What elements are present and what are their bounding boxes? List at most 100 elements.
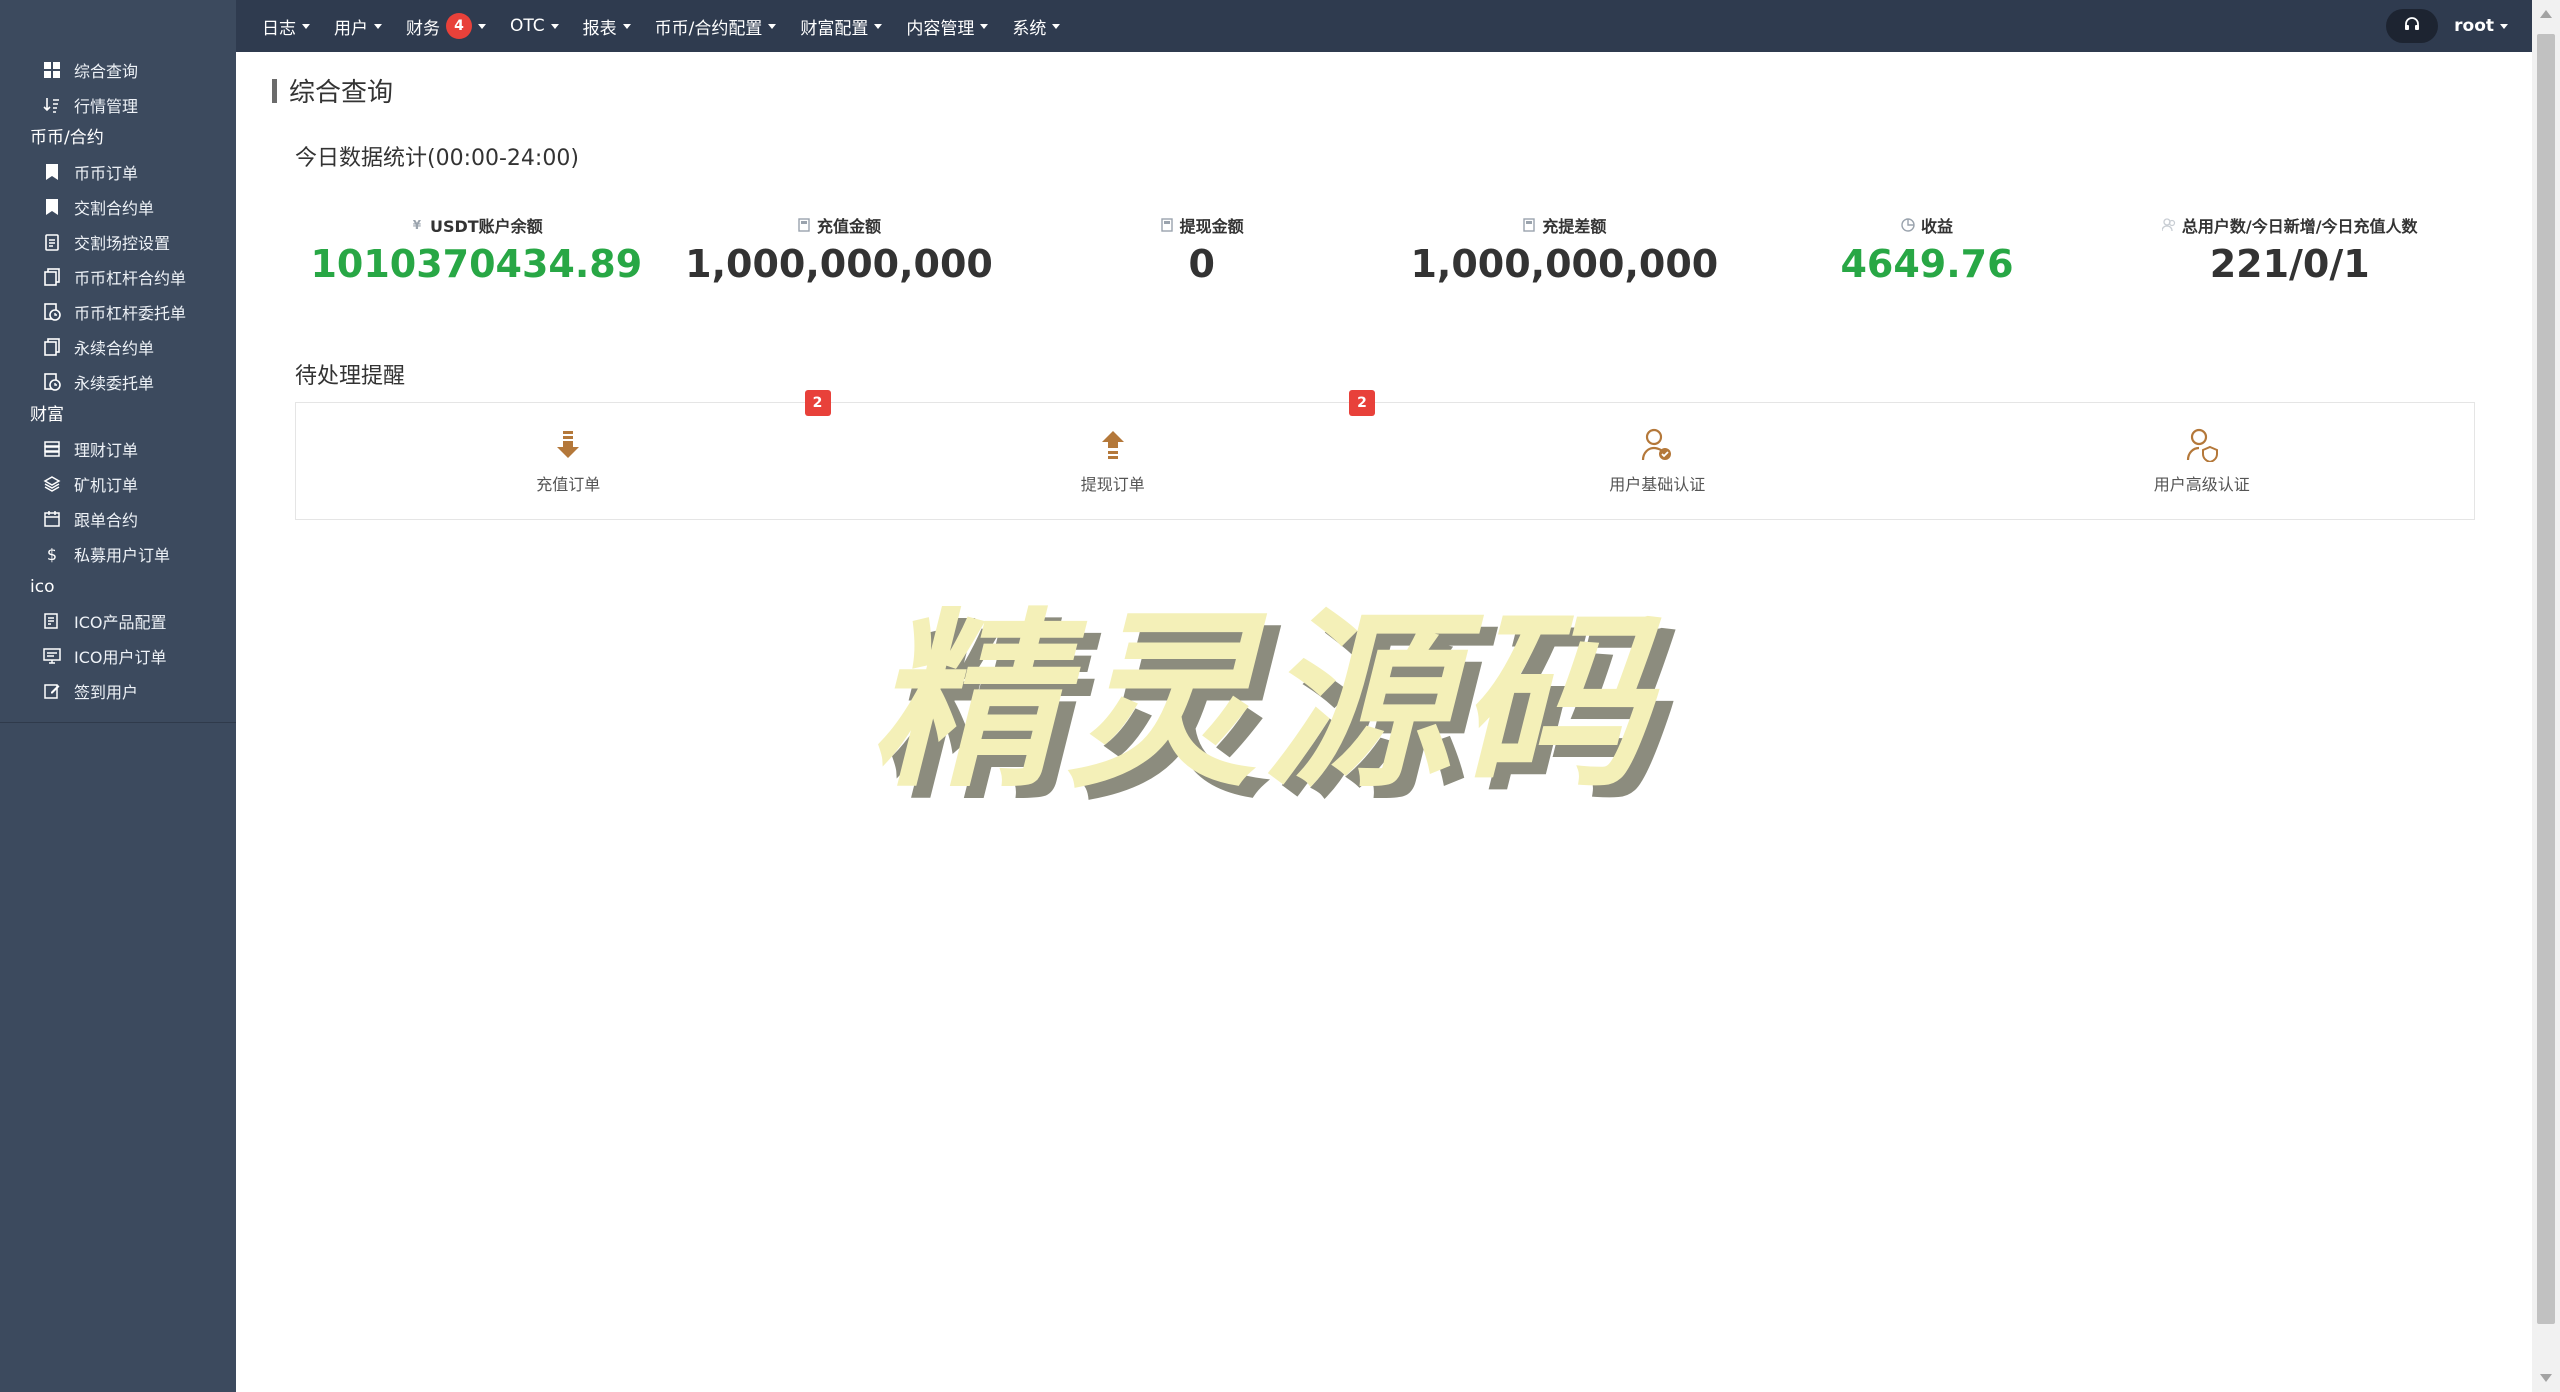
database-icon: [42, 439, 62, 459]
sidebar-item-checkin-users[interactable]: 签到用户: [0, 673, 236, 708]
stat-value: 1010370434.89: [310, 242, 643, 286]
nav-finance[interactable]: 财务 4: [406, 13, 486, 39]
top-navbar: 日志 用户 财务 4 OTC 报表 币币/合约配置 财富配置 内容管理 系统 ro…: [236, 0, 2532, 52]
page-title-text: 综合查询: [289, 78, 394, 108]
nav-label: 财富配置: [800, 18, 869, 39]
stat-net-difference: 充提差额 1,000,000,000: [1383, 214, 1746, 304]
nav-label: 报表: [582, 18, 617, 39]
vertical-scrollbar[interactable]: [2532, 0, 2560, 1392]
pie-chart-icon: [1901, 218, 1915, 232]
sidebar-item-overview[interactable]: 综合查询: [0, 52, 236, 87]
pending-withdraw-orders[interactable]: 2 提现订单: [841, 390, 1386, 519]
sidebar-top-group: 综合查询 行情管理: [0, 0, 236, 122]
sidebar-item-spot-orders[interactable]: 币币订单: [0, 154, 236, 189]
sidebar-item-label: 签到用户: [74, 682, 139, 702]
sidebar-item-label: ICO产品配置: [74, 612, 167, 632]
sidebar-item-private-orders[interactable]: $ 私募用户订单: [0, 536, 236, 571]
sidebar-item-margin-contracts[interactable]: 币币杠杆合约单: [0, 259, 236, 294]
nav-label: 币币/合约配置: [654, 18, 763, 39]
scrollbar-thumb[interactable]: [2537, 34, 2555, 1324]
arrow-up-icon: [1095, 427, 1131, 463]
pending-basic-verification[interactable]: 用户基础认证: [1385, 403, 1930, 519]
stat-label-row: 总用户数/今日新增/今日充值人数: [2161, 214, 2418, 236]
sidebar-item-market[interactable]: 行情管理: [0, 87, 236, 122]
sidebar: 综合查询 行情管理 币币/合约 币币订单 交割合约单 交割场控设置 币币杠杆合约…: [0, 0, 236, 1392]
calculator-icon: [797, 218, 811, 232]
stat-label-row: 收益: [1901, 214, 1953, 236]
sidebar-item-copy-trading[interactable]: 跟单合约: [0, 501, 236, 536]
nav-reports[interactable]: 报表: [583, 14, 631, 39]
sidebar-section-title: ico: [30, 577, 55, 597]
username: root: [2454, 16, 2494, 36]
pending-deposit-orders[interactable]: 2 充值订单: [296, 390, 841, 519]
notification-badge: 4: [446, 13, 472, 39]
user-menu[interactable]: root: [2454, 16, 2508, 36]
nav-contract-config[interactable]: 币币/合约配置: [655, 14, 777, 39]
sidebar-item-ico-config[interactable]: ICO产品配置: [0, 603, 236, 638]
caret-down-icon: [874, 23, 883, 29]
copy-icon: [42, 267, 62, 287]
caret-down-icon: [980, 23, 989, 29]
stats-row: ¥ USDT账户余额 1010370434.89 充值金额 1,000,000,0…: [295, 214, 2471, 304]
calculator-icon: [1522, 218, 1536, 232]
pending-advanced-verification[interactable]: 用户高级认证: [1930, 403, 2475, 519]
nav-otc[interactable]: OTC: [510, 16, 559, 36]
sidebar-item-perpetual-entrust[interactable]: 永续委托单: [0, 364, 236, 399]
sidebar-item-label: 币币订单: [74, 163, 139, 183]
sidebar-item-delivery-orders[interactable]: 交割合约单: [0, 189, 236, 224]
copy-icon: [42, 337, 62, 357]
dashboard-icon: [42, 60, 62, 80]
user-check-icon: [1639, 427, 1675, 463]
clipboard-icon: [42, 232, 62, 252]
stat-label: USDT账户余额: [429, 217, 543, 236]
nav-log[interactable]: 日志: [262, 14, 310, 39]
nav-label: 日志: [262, 18, 296, 39]
sidebar-item-delivery-control[interactable]: 交割场控设置: [0, 224, 236, 259]
stat-label-row: ¥ USDT账户余额: [410, 214, 543, 236]
scroll-down-arrow-icon[interactable]: [2540, 1374, 2552, 1382]
sidebar-item-margin-entrust[interactable]: 币币杠杆委托单: [0, 294, 236, 329]
pending-label: 用户高级认证: [2153, 475, 2250, 494]
support-button[interactable]: [2386, 9, 2439, 43]
edit-icon: [42, 681, 62, 701]
stat-withdraw-amount: 提现金额 0: [1020, 214, 1383, 304]
pending-badge: 2: [804, 390, 831, 416]
nav-wealth-config[interactable]: 财富配置: [800, 14, 883, 39]
nav-users[interactable]: 用户: [334, 14, 382, 39]
clock-file-icon: [42, 372, 62, 392]
calculator-icon: [1160, 218, 1174, 232]
sidebar-item-label: 跟单合约: [74, 510, 139, 530]
stats-title: 今日数据统计(00:00-24:00): [295, 146, 579, 171]
nav-system[interactable]: 系统: [1012, 14, 1061, 39]
users-icon: [2161, 218, 2176, 232]
stat-label-row: 提现金额: [1160, 214, 1244, 236]
scroll-up-arrow-icon[interactable]: [2540, 10, 2552, 18]
sidebar-item-label: 交割合约单: [74, 198, 155, 218]
caret-down-icon: [374, 23, 382, 29]
sidebar-item-label: 私募用户订单: [74, 545, 171, 565]
sidebar-item-miner-orders[interactable]: 矿机订单: [0, 466, 236, 501]
sidebar-item-finance-orders[interactable]: 理财订单: [0, 431, 236, 466]
sidebar-item-perpetual-contracts[interactable]: 永续合约单: [0, 329, 236, 364]
layers-icon: [42, 474, 62, 494]
sidebar-section-title: 币币/合约: [30, 128, 104, 148]
stat-label: 提现金额: [1179, 217, 1244, 236]
stat-value: 4649.76: [1840, 242, 2014, 286]
sidebar-item-label: 永续合约单: [74, 338, 155, 358]
sidebar-item-ico-orders[interactable]: ICO用户订单: [0, 638, 236, 673]
yen-icon: ¥: [412, 218, 422, 232]
sidebar-item-label: 币币杠杆合约单: [74, 268, 187, 288]
caret-down-icon: [302, 23, 310, 29]
sort-icon: [42, 95, 62, 115]
stat-label: 充值金额: [817, 217, 882, 236]
sidebar-item-label: 矿机订单: [74, 475, 139, 495]
nav-content[interactable]: 内容管理: [906, 14, 989, 39]
caret-down-icon: [622, 23, 631, 29]
pending-title: 待处理提醒: [295, 364, 406, 389]
pending-label: 用户基础认证: [1609, 475, 1706, 494]
pending-badge: 2: [1349, 390, 1375, 416]
nav-label: 用户: [334, 18, 368, 39]
top-right-controls: root: [2386, 0, 2508, 52]
stat-label: 充提差额: [1542, 217, 1607, 236]
bookmark-icon: [42, 197, 62, 217]
